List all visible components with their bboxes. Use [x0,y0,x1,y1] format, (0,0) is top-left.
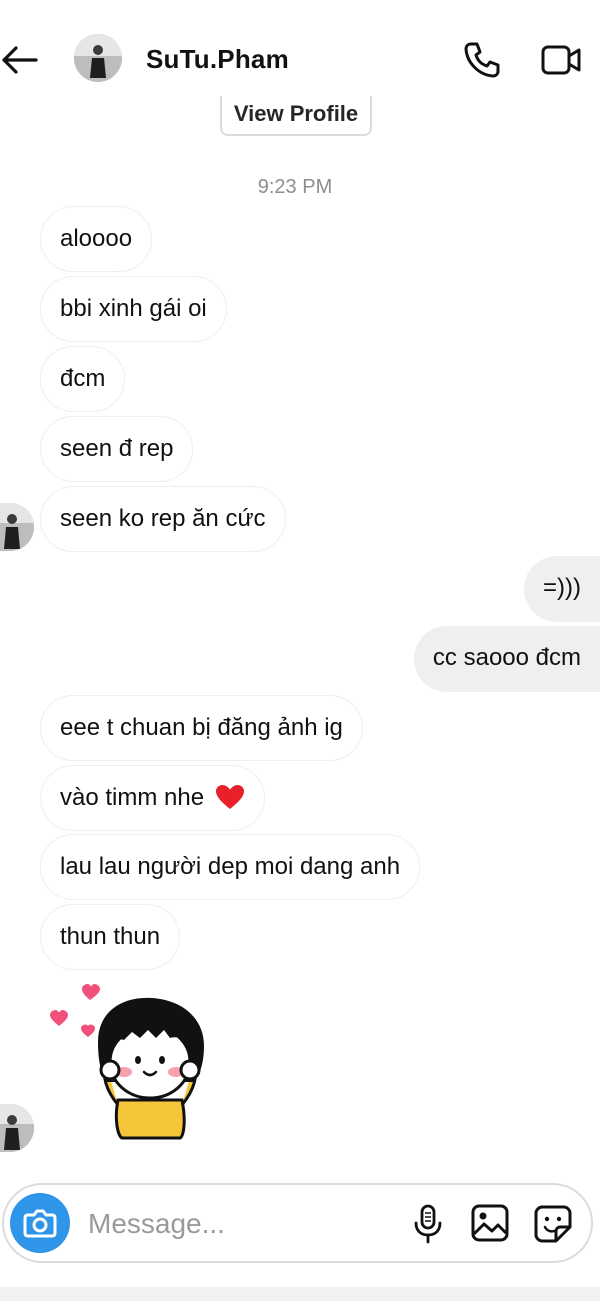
view-profile-button[interactable]: View Profile [220,96,372,136]
chat-username[interactable]: SuTu.Pham [146,44,289,75]
message-bubble-incoming[interactable]: seen ko rep ăn cức [40,486,286,552]
video-camera-icon [541,45,581,75]
message-text: seen ko rep ăn cức [60,505,266,532]
sticker-icon [534,1205,572,1243]
avatar-photo [0,1104,34,1152]
girl-with-hearts-sticker [50,984,204,1140]
message-text: bbi xinh gái oi [60,295,207,322]
sender-avatar[interactable] [0,503,34,551]
message-bubble-incoming[interactable]: lau lau người dep moi dang anh [40,834,421,900]
sender-avatar[interactable] [0,1104,34,1152]
message-bubble-incoming[interactable]: eee t chuan bị đăng ảnh ig [40,695,363,761]
message-text: aloooo [60,225,133,252]
message-text: thun thun [60,923,161,950]
avatar-photo [0,503,34,551]
message-bubble-incoming[interactable]: thun thun [40,904,181,970]
message-bubble-incoming[interactable]: đcm [40,346,126,412]
red-heart-icon [215,784,244,809]
microphone-icon [414,1204,442,1244]
image-icon [471,1204,509,1242]
message-text: cc saooo đcm [432,644,581,671]
avatar[interactable] [74,34,122,82]
voice-message-button[interactable] [410,1203,446,1245]
avatar-photo [74,34,122,82]
message-text: seen đ rep [60,435,174,462]
arrow-left-icon [2,46,38,74]
message-composer [2,1183,593,1263]
message-bubble-incoming[interactable]: seen đ rep [40,416,194,482]
message-text: vào timm nhe [60,784,205,811]
video-call-button[interactable] [540,42,582,78]
camera-button[interactable] [10,1193,70,1253]
message-bubble-outgoing[interactable]: cc saooo đcm [413,626,600,692]
message-text: đcm [60,365,106,392]
phone-icon [464,42,500,78]
message-bubble-incoming[interactable]: vào timm nhe [40,765,265,831]
message-text: lau lau người dep moi dang anh [60,853,401,880]
system-nav-strip [0,1287,600,1301]
message-bubble-outgoing[interactable]: =))) [524,556,600,622]
gallery-button[interactable] [470,1203,510,1243]
message-text: =))) [543,574,581,601]
sticker-button[interactable] [532,1203,574,1245]
message-input[interactable] [88,1199,388,1249]
message-bubble-incoming[interactable]: aloooo [40,206,153,272]
back-button[interactable] [0,40,40,80]
sticker-message[interactable] [44,980,214,1140]
camera-icon [23,1209,57,1238]
voice-call-button[interactable] [462,40,502,80]
message-text: eee t chuan bị đăng ảnh ig [60,714,343,741]
message-timestamp: 9:23 PM [257,176,333,198]
chat-header: SuTu.Pham [0,0,600,110]
message-bubble-incoming[interactable]: bbi xinh gái oi [40,276,227,342]
